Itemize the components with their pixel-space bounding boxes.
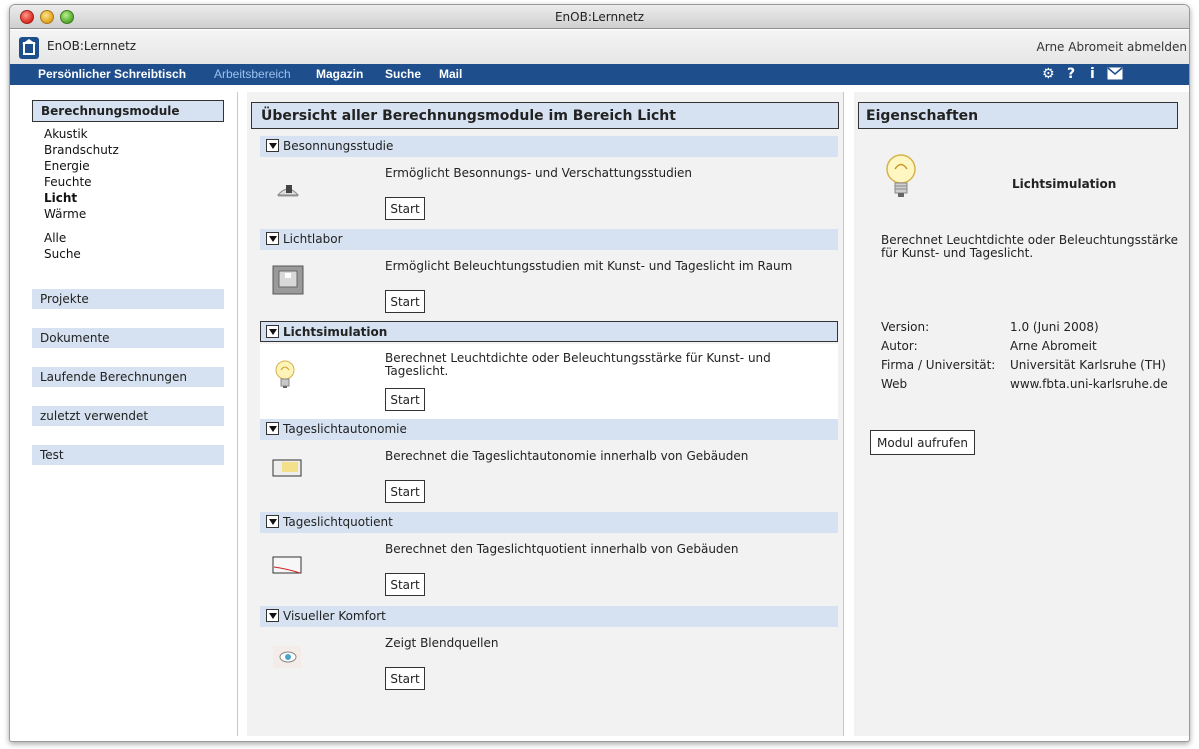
- nav-arbeitsbereich[interactable]: Arbeitsbereich: [214, 67, 291, 81]
- sidebar-item-brandschutz[interactable]: Brandschutz: [44, 142, 119, 158]
- module-header-tageslichtquotient[interactable]: Tageslichtquotient: [260, 512, 838, 533]
- module-body-selected: Berechnet Leuchtdichte oder Beleuchtungs…: [260, 344, 838, 419]
- module-header-besonnungsstudie[interactable]: Besonnungsstudie: [260, 136, 838, 157]
- lightbulb-icon: [884, 154, 918, 203]
- module-description: Berechnet Leuchtdichte oder Beleuchtungs…: [385, 351, 771, 378]
- sidebar-section-test[interactable]: Test: [32, 445, 224, 465]
- sun-shade-icon: [272, 175, 304, 203]
- collapse-toggle-icon[interactable]: [266, 232, 279, 245]
- property-value: Arne Abromeit: [1010, 339, 1097, 353]
- help-icon[interactable]: ?: [1067, 66, 1075, 82]
- module-description: Berechnet Leuchtdichte oder Beleuchtungs…: [881, 233, 1178, 260]
- property-value: Universität Karlsruhe (TH): [1010, 358, 1166, 372]
- properties-title: Eigenschaften: [858, 102, 1178, 129]
- start-button[interactable]: Start: [385, 197, 425, 220]
- modul-aufrufen-button[interactable]: Modul aufrufen: [870, 430, 976, 455]
- app-window: EnOB:Lernnetz EnOB:Lernnetz Arne Abromei…: [9, 4, 1190, 742]
- collapse-toggle-icon[interactable]: [266, 609, 279, 622]
- module-body: Zeigt Blendquellen Start: [260, 627, 838, 699]
- collapse-toggle-icon[interactable]: [266, 515, 279, 528]
- nav-mail[interactable]: Mail: [439, 67, 462, 81]
- daylight-autonomy-icon: [272, 458, 304, 486]
- category-list: Akustik Brandschutz Energie Feuchte Lich…: [44, 126, 119, 262]
- daylight-factor-icon: [272, 555, 304, 583]
- module-header-lichtlabor[interactable]: Lichtlabor: [260, 229, 838, 250]
- collapse-toggle-icon[interactable]: [266, 139, 279, 152]
- column-divider[interactable]: [237, 92, 238, 736]
- module-name: Tageslichtquotient: [283, 515, 393, 529]
- module-body: Berechnet den Tageslichtquotient innerha…: [260, 533, 838, 606]
- info-icon[interactable]: i: [1090, 66, 1095, 82]
- module-header-visueller-komfort[interactable]: Visueller Komfort: [260, 606, 838, 627]
- module-description: Ermöglicht Beleuchtungsstudien mit Kunst…: [385, 259, 793, 273]
- module-name: Besonnungsstudie: [283, 139, 394, 153]
- sidebar-section-zuletzt-verwendet[interactable]: zuletzt verwendet: [32, 406, 224, 426]
- sidebar-item-alle[interactable]: Alle: [44, 230, 119, 246]
- start-button[interactable]: Start: [385, 388, 425, 411]
- module-body: Ermöglicht Beleuchtungsstudien mit Kunst…: [260, 250, 838, 321]
- sidebar-item-energie[interactable]: Energie: [44, 158, 119, 174]
- module-description: Berechnet die Tageslichtautonomie innerh…: [385, 449, 749, 463]
- window-title: EnOB:Lernnetz: [554, 10, 645, 24]
- properties-table: Version: 1.0 (Juni 2008) Autor: Arne Abrom…: [881, 318, 1168, 394]
- sidebar-item-licht[interactable]: Licht: [44, 190, 119, 206]
- start-button[interactable]: Start: [385, 667, 425, 690]
- mail-icon[interactable]: [1107, 67, 1123, 84]
- start-button[interactable]: Start: [385, 573, 425, 596]
- module-header-lichtsimulation[interactable]: Lichtsimulation: [260, 321, 838, 342]
- module-description: Ermöglicht Besonnungs- und Verschattungs…: [385, 166, 693, 180]
- module-name: Tageslichtautonomie: [283, 422, 407, 436]
- module-description: Zeigt Blendquellen: [385, 636, 499, 650]
- property-label: Version:: [881, 320, 930, 334]
- property-label: Autor:: [881, 339, 918, 353]
- sidebar-item-suche[interactable]: Suche: [44, 246, 119, 262]
- module-header-tageslichtautonomie[interactable]: Tageslichtautonomie: [260, 419, 838, 440]
- app-header: EnOB:Lernnetz Arne Abromeit abmelden: [10, 30, 1189, 64]
- module-body: Berechnet die Tageslichtautonomie innerh…: [260, 440, 838, 512]
- page-title: Übersicht aller Berechnungsmodule im Ber…: [251, 102, 839, 129]
- module-description: Berechnet den Tageslichtquotient innerha…: [385, 542, 739, 556]
- sidebar-heading[interactable]: Berechnungsmodule: [32, 100, 224, 122]
- start-button[interactable]: Start: [385, 290, 425, 313]
- start-button[interactable]: Start: [385, 480, 425, 503]
- lightbulb-icon: [274, 360, 306, 388]
- app-name: EnOB:Lernnetz: [47, 39, 137, 53]
- module-name: Lichtsimulation: [283, 325, 388, 339]
- logout-link[interactable]: Arne Abromeit abmelden: [1037, 40, 1187, 54]
- properties-panel: Eigenschaften Lichtsimulation Berechnet …: [854, 92, 1189, 736]
- sidebar-section-projekte[interactable]: Projekte: [32, 289, 224, 309]
- module-title: Lichtsimulation: [1012, 177, 1117, 191]
- sidebar-item-akustik[interactable]: Akustik: [44, 126, 119, 142]
- sidebar: Berechnungsmodule Akustik Brandschutz En…: [26, 92, 236, 734]
- sidebar-item-waerme[interactable]: Wärme: [44, 206, 119, 222]
- sidebar-item-feuchte[interactable]: Feuchte: [44, 174, 119, 190]
- gear-icon[interactable]: ⚙: [1042, 66, 1055, 82]
- web-link[interactable]: www.fbta.uni-karlsruhe.de: [1010, 375, 1168, 394]
- module-overview: Übersicht aller Berechnungsmodule im Ber…: [247, 92, 843, 736]
- home-logo-icon[interactable]: [19, 37, 39, 59]
- title-bar: EnOB:Lernnetz: [10, 5, 1189, 29]
- property-label: Firma / Universität:: [881, 358, 996, 372]
- module-name: Lichtlabor: [283, 232, 343, 246]
- column-divider[interactable]: [843, 92, 844, 736]
- sidebar-section-laufende-berechnungen[interactable]: Laufende Berechnungen: [32, 367, 224, 387]
- property-value: 1.0 (Juni 2008): [1010, 320, 1099, 334]
- module-name: Visueller Komfort: [283, 609, 386, 623]
- nav-suche[interactable]: Suche: [385, 67, 421, 81]
- collapse-toggle-icon[interactable]: [266, 325, 279, 338]
- room-icon: [272, 265, 304, 295]
- main-nav: Persönlicher Schreibtisch Arbeitsbereich…: [10, 64, 1189, 85]
- property-label: Web: [881, 377, 908, 391]
- nav-magazin[interactable]: Magazin: [316, 67, 363, 81]
- eye-icon: [272, 645, 304, 673]
- module-body: Ermöglicht Besonnungs- und Verschattungs…: [260, 157, 838, 229]
- sidebar-section-dokumente[interactable]: Dokumente: [32, 328, 224, 348]
- collapse-toggle-icon[interactable]: [266, 422, 279, 435]
- nav-persoenlicher-schreibtisch[interactable]: Persönlicher Schreibtisch: [38, 67, 186, 81]
